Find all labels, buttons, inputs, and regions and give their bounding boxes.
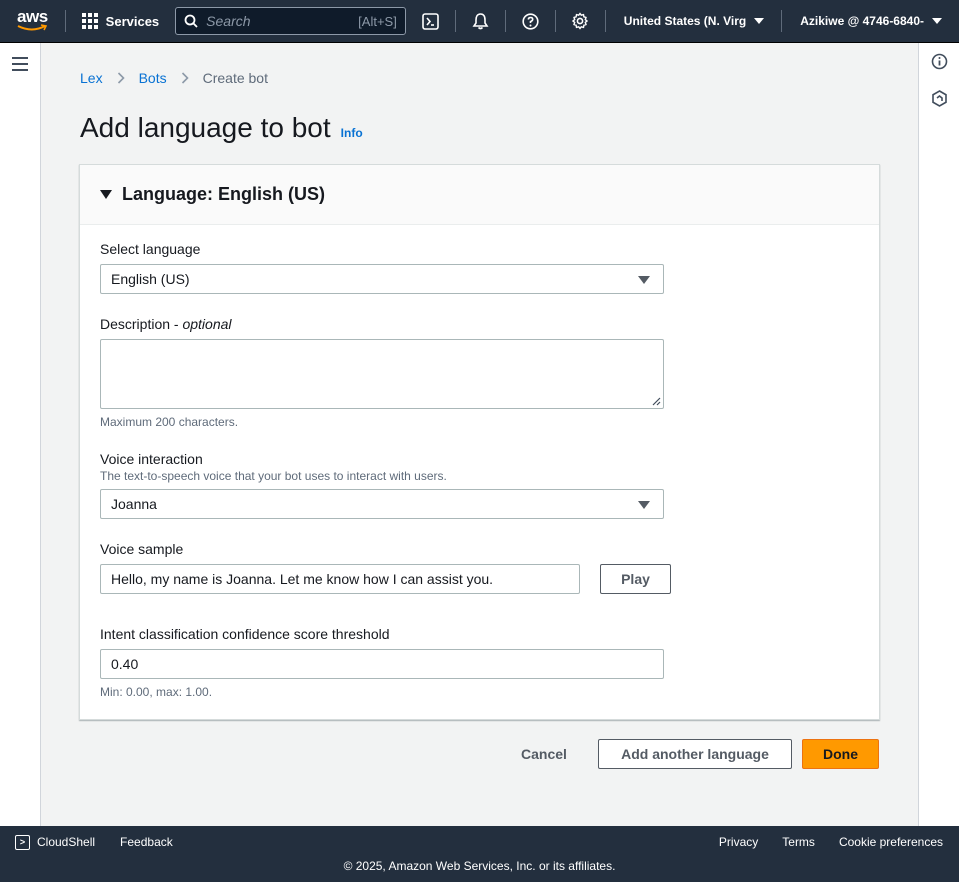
confidence-input[interactable]: 0.40: [100, 649, 664, 679]
footer-right-links: Privacy Terms Cookie preferences: [719, 826, 943, 858]
feedback-link[interactable]: Feedback: [120, 835, 173, 849]
page-title-text: Add language to bot: [80, 112, 331, 143]
footer: > CloudShell Feedback Privacy Terms Cook…: [0, 826, 959, 882]
description-hint: Maximum 200 characters.: [100, 415, 239, 429]
bell-icon: [472, 13, 489, 30]
info-link[interactable]: Info: [341, 126, 363, 140]
privacy-link[interactable]: Privacy: [719, 835, 758, 849]
voice-sample-label: Voice sample: [100, 541, 184, 557]
breadcrumb-current: Create bot: [202, 70, 268, 86]
caret-down-icon: [638, 501, 650, 509]
search-input[interactable]: Search [Alt+S]: [175, 7, 406, 35]
description-hint-wrapper: Maximum 200 characters.: [100, 415, 238, 429]
cloudshell-icon: [422, 12, 439, 30]
caret-down-icon: [754, 18, 765, 24]
description-label-wrapper: Description - optional: [100, 316, 232, 332]
voice-sample-label-wrapper: Voice sample: [100, 541, 183, 557]
gear-icon: [572, 12, 589, 30]
aws-logo[interactable]: aws: [0, 0, 65, 43]
cloudshell-footer-button[interactable]: > CloudShell: [15, 834, 96, 850]
description-wrapper: [100, 339, 664, 409]
aws-smile-icon: [17, 24, 48, 31]
page-title: Add language to bot Info: [80, 112, 363, 144]
voice-interaction-description: The text-to-speech voice that your bot u…: [100, 469, 447, 483]
language-panel-header[interactable]: Language: English (US): [80, 165, 879, 225]
region-selector[interactable]: United States (N. Virg: [606, 0, 781, 43]
confidence-hint: Min: 0.00, max: 1.00.: [100, 685, 213, 699]
menu-icon[interactable]: [12, 57, 28, 75]
chevron-right-icon: [181, 72, 189, 84]
language-panel: Language: English (US) Select language E…: [79, 164, 880, 720]
select-language-label: Select language: [100, 241, 201, 257]
language-select[interactable]: English (US): [100, 264, 664, 294]
caret-down-icon: [932, 18, 943, 24]
voice-select-wrapper: Joanna: [100, 489, 664, 519]
hexagon-icon[interactable]: [931, 90, 948, 107]
caret-down-icon: [638, 276, 650, 284]
search-placeholder: Search: [206, 13, 251, 29]
done-button[interactable]: Done: [802, 739, 879, 769]
voice-select-value: Joanna: [111, 496, 157, 512]
description-label: Description - optional: [100, 316, 232, 332]
confidence-hint-wrapper: Min: 0.00, max: 1.00.: [100, 685, 212, 699]
copyright-text: © 2025, Amazon Web Services, Inc. or its…: [343, 859, 616, 873]
terms-link[interactable]: Terms: [782, 835, 815, 849]
description-textarea[interactable]: [100, 339, 664, 409]
voice-sample-wrapper: Hello, my name is Joanna. Let me know ho…: [100, 564, 580, 594]
language-select-value: English (US): [111, 271, 190, 287]
confidence-input-wrapper: 0.40: [100, 649, 664, 679]
panel-header-title: Language: English (US): [122, 184, 326, 204]
notifications-button[interactable]: [456, 0, 505, 43]
cancel-button[interactable]: Cancel: [505, 739, 583, 769]
caret-down-icon: [100, 190, 112, 199]
confidence-label-wrapper: Intent classification confidence score t…: [100, 626, 390, 642]
confidence-label: Intent classification confidence score t…: [100, 626, 390, 642]
account-label: Azikiwe @ 4746-6840-: [800, 14, 925, 28]
search-icon: [184, 14, 198, 28]
chevron-right-icon: [117, 72, 125, 84]
play-button[interactable]: Play: [600, 564, 671, 594]
breadcrumb: Lex Bots Create bot: [80, 70, 268, 86]
select-language-field: Select language: [100, 241, 200, 257]
description-label-text: Description -: [100, 316, 183, 332]
confidence-value: 0.40: [111, 656, 139, 672]
help-icon: [522, 12, 539, 30]
right-side-rail: [918, 43, 959, 826]
top-navigation: aws Services Search [Alt+S] United State…: [0, 0, 959, 43]
cloudshell-icon: >: [15, 834, 30, 850]
services-label: Services: [105, 13, 160, 29]
aws-logo-text: aws: [17, 7, 48, 26]
voice-interaction-label: Voice interaction: [100, 451, 203, 467]
breadcrumb-link-bots[interactable]: Bots: [139, 70, 167, 86]
footer-links-row: > CloudShell Feedback Privacy Terms Cook…: [0, 826, 959, 858]
voice-sample-value: Hello, my name is Joanna. Let me know ho…: [111, 571, 494, 587]
voice-select[interactable]: Joanna: [100, 489, 664, 519]
add-another-language-button[interactable]: Add another language: [598, 739, 792, 769]
services-grid-icon: [81, 13, 98, 29]
voice-interaction-label-wrapper: Voice interaction The text-to-speech voi…: [100, 451, 447, 483]
cloudshell-label: CloudShell: [37, 835, 96, 849]
services-menu-button[interactable]: Services: [66, 0, 176, 43]
left-side-rail: [0, 43, 41, 826]
select-language-wrapper: English (US): [100, 264, 664, 294]
info-icon[interactable]: [931, 53, 948, 70]
breadcrumb-link-lex[interactable]: Lex: [80, 70, 103, 86]
optional-text: optional: [182, 316, 232, 332]
account-menu[interactable]: Azikiwe @ 4746-6840-: [782, 0, 959, 43]
cookie-preferences-link[interactable]: Cookie preferences: [839, 835, 943, 849]
voice-sample-input[interactable]: Hello, my name is Joanna. Let me know ho…: [100, 564, 580, 594]
search-shortcut: [Alt+S]: [358, 13, 397, 29]
help-button[interactable]: [506, 0, 555, 43]
form-actions: Cancel Add another language Done: [0, 739, 959, 769]
settings-button[interactable]: [556, 0, 605, 43]
region-label: United States (N. Virg: [623, 14, 747, 28]
resize-grip-icon[interactable]: [651, 396, 661, 406]
cloudshell-nav-button[interactable]: [406, 0, 455, 43]
